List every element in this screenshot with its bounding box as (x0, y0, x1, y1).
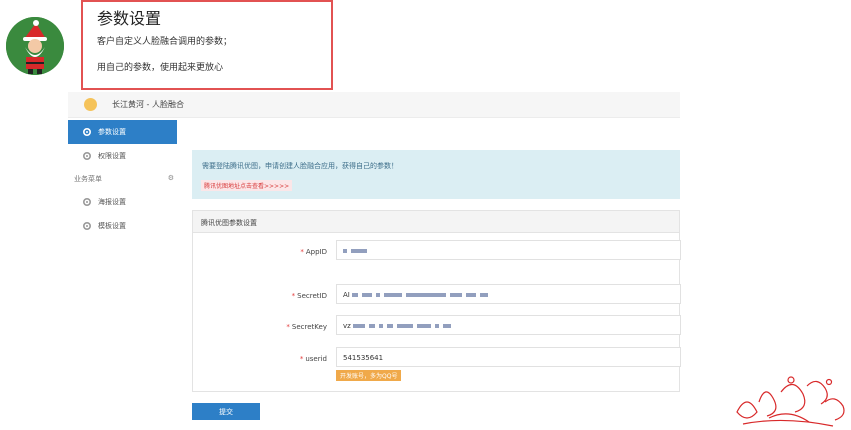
secretkey-field[interactable]: vz (336, 315, 681, 335)
settings-panel: 腾讯优图参数设置 * AppID * SecretID AI * SecretKey … (192, 210, 681, 392)
gear-icon (82, 197, 92, 207)
redacted-mark (480, 293, 489, 297)
app-header: 长江黄河 - 人脸融合 (68, 92, 680, 118)
sidebar-group-label: 业务菜单 (74, 175, 102, 183)
redacted-mark (379, 324, 384, 328)
sidebar-item-label: 权限设置 (98, 152, 126, 160)
redacted-mark (443, 324, 452, 328)
gear-icon (82, 127, 92, 137)
youtu-link[interactable]: 腾讯优图地址点击查看>>>>> (201, 180, 293, 191)
panel-title: 腾讯优图参数设置 (193, 211, 679, 233)
gear-icon (82, 221, 92, 231)
secretkey-label: * SecretKey (286, 323, 327, 331)
logo-icon (84, 98, 97, 111)
notice-message: 需要登陆腾讯优图，申请创建人脸融合应用，获得自己的参数！ (202, 162, 398, 170)
appid-field[interactable] (336, 240, 681, 260)
sidebar-item-label: 参数设置 (98, 128, 126, 136)
userid-field[interactable]: 541535641 (336, 347, 681, 367)
callout-title: 参数设置 (97, 9, 162, 28)
redacted-mark (406, 293, 447, 297)
redacted-mark (353, 324, 366, 328)
redacted-mark (384, 293, 403, 297)
redacted-mark (387, 324, 394, 328)
santa-icon (6, 17, 64, 75)
callout-line-1: 客户自定义人脸融合调用的参数； (97, 37, 233, 47)
userid-label: * userid (299, 355, 327, 363)
secretid-label: * SecretID (291, 292, 327, 300)
settings-icon: ⚙ (167, 174, 174, 182)
redacted-mark (376, 293, 381, 297)
sidebar-item-poster[interactable]: 海报设置 (68, 190, 177, 214)
redacted-mark (351, 249, 367, 253)
sidebar-item-permissions[interactable]: 权限设置 (68, 144, 177, 168)
sidebar-item-label: 海报设置 (98, 198, 126, 206)
redacted-mark (450, 293, 463, 297)
gear-icon (82, 151, 92, 161)
sidebar-group-header: 业务菜单 ⚙ (74, 174, 178, 184)
redacted-mark (343, 249, 347, 253)
sidebar-item-template[interactable]: 模板设置 (68, 214, 177, 238)
brand-title: 长江黄河 - 人脸融合 (112, 100, 184, 109)
sidebar-item-label: 模板设置 (98, 222, 126, 230)
notice-box: 需要登陆腾讯优图，申请创建人脸融合应用，获得自己的参数！ 腾讯优图地址点击查看>… (192, 150, 680, 199)
redacted-mark (466, 293, 477, 297)
sidebar-item-params[interactable]: 参数设置 (68, 120, 177, 144)
appid-label: * AppID (300, 248, 327, 256)
secretid-field[interactable]: AI (336, 284, 681, 304)
santa-avatar (6, 17, 64, 75)
sidebar: 参数设置 权限设置 业务菜单 ⚙ 海报设置 模板设置 (68, 118, 178, 430)
info-callout: 参数设置 客户自定义人脸融合调用的参数； 用自己的参数，使用起来更放心 (81, 0, 333, 90)
redacted-mark (397, 324, 414, 328)
userid-hint-badge: 开发账号，多为QQ号 (336, 370, 402, 381)
redacted-mark (417, 324, 432, 328)
submit-button[interactable]: 提交 (192, 403, 260, 420)
callout-line-2: 用自己的参数，使用起来更放心 (97, 63, 224, 73)
merry-christmas-decoration (736, 376, 845, 427)
redacted-mark (435, 324, 440, 328)
redacted-mark (369, 324, 376, 328)
redacted-mark (352, 293, 359, 297)
redacted-mark (362, 293, 373, 297)
page: 参数设置 客户自定义人脸融合调用的参数； 用自己的参数，使用起来更放心 长江黄河… (0, 0, 851, 430)
